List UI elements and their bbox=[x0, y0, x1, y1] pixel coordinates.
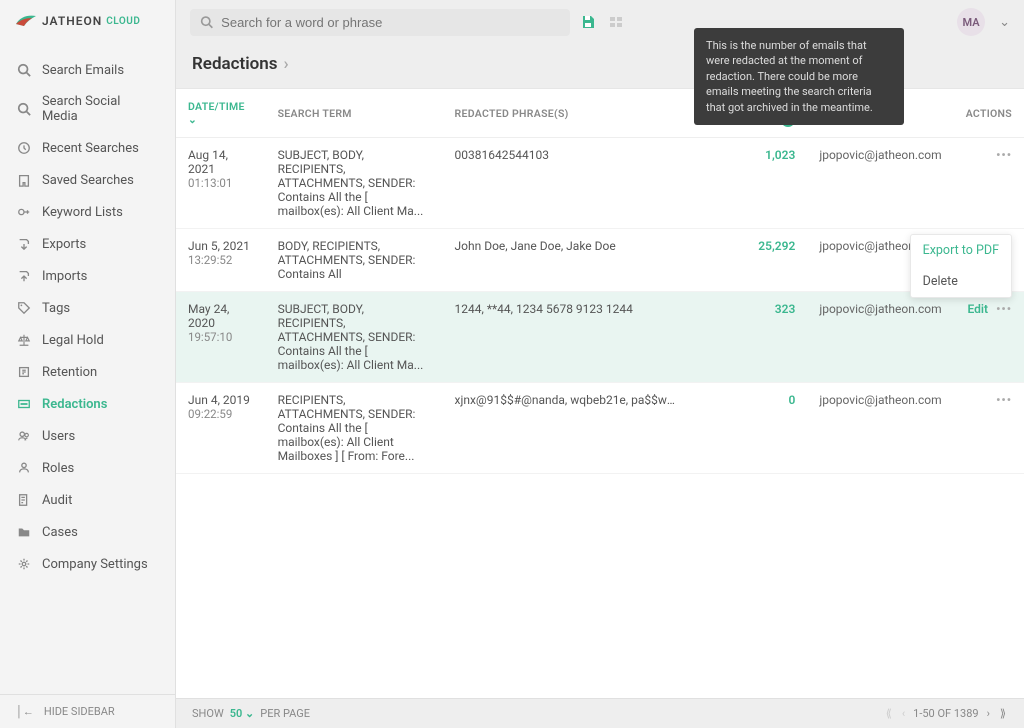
redacted-emails-tooltip: This is the number of emails that were r… bbox=[694, 28, 904, 125]
page-size-select[interactable]: 50 ⌄ bbox=[230, 707, 255, 720]
sidebar-item-label: Tags bbox=[42, 301, 70, 316]
search-input-container[interactable] bbox=[190, 9, 570, 36]
sidebar-item-imports[interactable]: Imports bbox=[0, 260, 175, 292]
sidebar-item-roles[interactable]: Roles bbox=[0, 452, 175, 484]
sidebar-item-cases[interactable]: Cases bbox=[0, 516, 175, 548]
brand-suffix: CLOUD bbox=[106, 16, 140, 27]
hide-sidebar-button[interactable]: │← HIDE SIDEBAR bbox=[0, 694, 175, 728]
sidebar-item-label: Search Social Media bbox=[42, 94, 159, 124]
gear-icon bbox=[16, 556, 32, 572]
chevron-right-icon: › bbox=[284, 54, 289, 74]
brand-logo: JATHEON CLOUD bbox=[0, 0, 175, 42]
brand-name: JATHEON bbox=[42, 14, 102, 28]
search-input[interactable] bbox=[221, 15, 560, 30]
save-search-icon[interactable] bbox=[580, 14, 596, 30]
page-last[interactable]: ⟫ bbox=[998, 707, 1008, 720]
table-container: DATE/TIME ⌄ SEARCH TERM REDACTED PHRASE(… bbox=[176, 88, 1024, 698]
col-actions: ACTIONS bbox=[954, 89, 1024, 138]
folder-icon bbox=[16, 524, 32, 540]
sidebar-item-label: Cases bbox=[42, 525, 78, 540]
key-icon bbox=[16, 204, 32, 220]
page-next[interactable]: › bbox=[985, 707, 992, 720]
sidebar-item-label: Imports bbox=[42, 269, 87, 284]
bookmark-icon bbox=[16, 172, 32, 188]
roles-icon bbox=[16, 460, 32, 476]
sidebar-item-company-settings[interactable]: Company Settings bbox=[0, 548, 175, 580]
sidebar-item-keyword-lists[interactable]: Keyword Lists bbox=[0, 196, 175, 228]
sort-down-icon: ⌄ bbox=[188, 113, 197, 126]
sidebar-item-label: Search Emails bbox=[42, 63, 124, 78]
sidebar-item-saved-searches[interactable]: Saved Searches bbox=[0, 164, 175, 196]
sidebar-item-retention[interactable]: Retention bbox=[0, 356, 175, 388]
logo-wing-icon bbox=[14, 12, 38, 30]
table-row[interactable]: Jun 5, 202113:29:52 BODY, RECIPIENTS, AT… bbox=[176, 229, 1024, 292]
audit-icon bbox=[16, 492, 32, 508]
page-range: 1-50 OF 1389 bbox=[913, 707, 978, 720]
clock-icon bbox=[16, 140, 32, 156]
redaction-icon bbox=[16, 396, 32, 412]
sidebar-item-label: Keyword Lists bbox=[42, 205, 123, 220]
sidebar-item-search-social-media[interactable]: Search Social Media bbox=[0, 86, 175, 132]
sidebar-item-legal-hold[interactable]: Legal Hold bbox=[0, 324, 175, 356]
redactions-table: DATE/TIME ⌄ SEARCH TERM REDACTED PHRASE(… bbox=[176, 89, 1024, 474]
chevron-down-icon[interactable]: ⌄ bbox=[999, 15, 1010, 30]
tag-icon bbox=[16, 300, 32, 316]
sidebar-item-label: Exports bbox=[42, 237, 86, 252]
social-icon bbox=[16, 101, 32, 117]
sidebar-item-label: Redactions bbox=[42, 397, 107, 412]
row-actions-menu[interactable]: ••• bbox=[996, 148, 1012, 162]
page-first[interactable]: ⟪ bbox=[884, 707, 894, 720]
collapse-icon: │← bbox=[16, 705, 34, 718]
sidebar-item-label: Company Settings bbox=[42, 557, 148, 572]
sidebar-nav: Search Emails Search Social Media Recent… bbox=[0, 42, 175, 694]
export-icon bbox=[16, 236, 32, 252]
scale-icon bbox=[16, 332, 32, 348]
user-avatar[interactable]: MA bbox=[957, 8, 985, 36]
import-icon bbox=[16, 268, 32, 284]
sidebar-item-search-emails[interactable]: Search Emails bbox=[0, 54, 175, 86]
sidebar-item-audit[interactable]: Audit bbox=[0, 484, 175, 516]
page-prev[interactable]: ‹ bbox=[900, 707, 907, 720]
row-actions-dropdown: Export to PDF Delete bbox=[910, 234, 1012, 298]
sidebar-item-label: Roles bbox=[42, 461, 74, 476]
table-footer: SHOW 50 ⌄ PER PAGE ⟪ ‹ 1-50 OF 1389 › ⟫ bbox=[176, 698, 1024, 728]
hide-sidebar-label: HIDE SIDEBAR bbox=[44, 705, 115, 718]
col-redacted-phrases[interactable]: REDACTED PHRASE(S) bbox=[443, 89, 693, 138]
sidebar-item-label: Users bbox=[42, 429, 75, 444]
search-icon bbox=[16, 62, 32, 78]
topbar-actions bbox=[580, 14, 624, 30]
sidebar-item-exports[interactable]: Exports bbox=[0, 228, 175, 260]
row-actions-menu[interactable]: ••• bbox=[996, 302, 1012, 316]
table-row[interactable]: Aug 14, 202101:13:01 SUBJECT, BODY, RECI… bbox=[176, 138, 1024, 229]
sidebar-item-label: Saved Searches bbox=[42, 173, 134, 188]
retention-icon bbox=[16, 364, 32, 380]
sidebar-item-redactions[interactable]: Redactions bbox=[0, 388, 175, 420]
table-row[interactable]: Jun 4, 201909:22:59 RECIPIENTS, ATTACHME… bbox=[176, 383, 1024, 474]
main-content: MA ⌄ This is the number of emails that w… bbox=[176, 0, 1024, 728]
sidebar-item-tags[interactable]: Tags bbox=[0, 292, 175, 324]
sidebar-item-label: Retention bbox=[42, 365, 97, 380]
row-actions-menu[interactable]: ••• bbox=[996, 393, 1012, 407]
sidebar: JATHEON CLOUD Search Emails Search Socia… bbox=[0, 0, 176, 728]
export-pdf-button[interactable]: Export to PDF bbox=[911, 235, 1011, 266]
sidebar-item-label: Legal Hold bbox=[42, 333, 104, 348]
users-icon bbox=[16, 428, 32, 444]
secondary-action-icon[interactable] bbox=[608, 14, 624, 30]
sidebar-item-users[interactable]: Users bbox=[0, 420, 175, 452]
sidebar-item-label: Recent Searches bbox=[42, 141, 139, 156]
sidebar-item-recent-searches[interactable]: Recent Searches bbox=[0, 132, 175, 164]
delete-button[interactable]: Delete bbox=[911, 266, 1011, 297]
col-search-term[interactable]: SEARCH TERM bbox=[266, 89, 443, 138]
col-datetime[interactable]: DATE/TIME ⌄ bbox=[176, 89, 266, 138]
sidebar-item-label: Audit bbox=[42, 493, 72, 508]
search-icon bbox=[200, 15, 213, 29]
edit-button[interactable]: Edit bbox=[968, 302, 989, 316]
table-row[interactable]: May 24, 202019:57:10 SUBJECT, BODY, RECI… bbox=[176, 292, 1024, 383]
